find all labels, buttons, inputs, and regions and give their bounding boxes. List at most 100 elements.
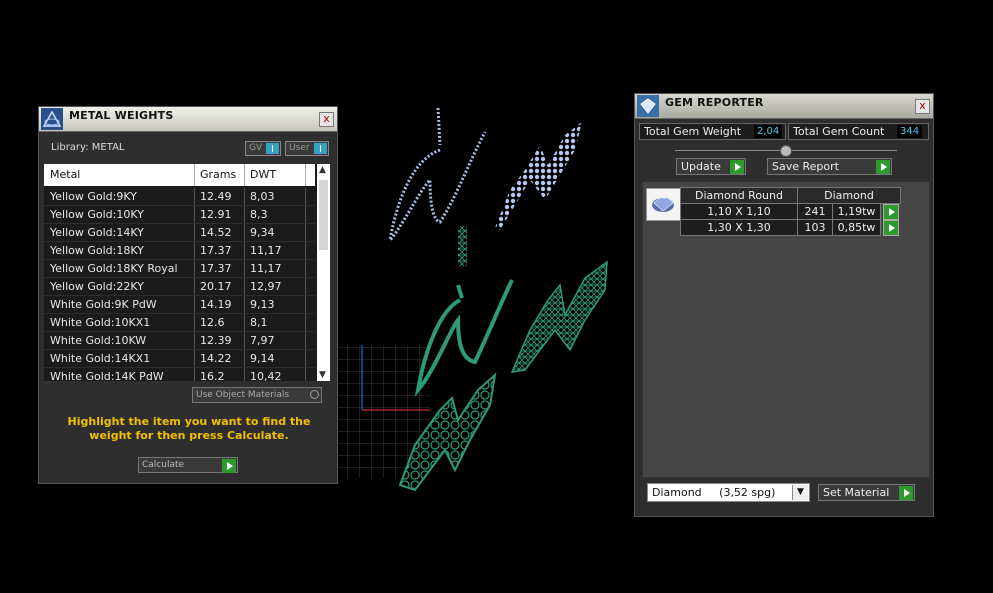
metal-grams: 12.6 — [200, 316, 225, 329]
metal-grams: 14.22 — [200, 352, 232, 365]
play-arrow-icon[interactable] — [883, 204, 899, 220]
save-report-label: Save Report — [772, 160, 839, 173]
metal-grams: 17.37 — [200, 262, 232, 275]
metal-grams: 14.19 — [200, 298, 232, 311]
close-icon[interactable]: x — [319, 112, 334, 127]
metal-grams: 12.91 — [200, 208, 232, 221]
gem-reporter-title: GEM REPORTER — [665, 96, 764, 109]
metal-grams: 20.17 — [200, 280, 232, 293]
play-arrow-icon[interactable] — [730, 160, 744, 174]
gem-reporter-logo-icon — [637, 95, 659, 117]
set-material-label: Set Material — [823, 486, 890, 499]
gem-material-header: Diamond — [797, 187, 901, 204]
table-row[interactable]: Yellow Gold:18KY 17.37 11,17 — [44, 242, 315, 260]
gem-size: 1,30 X 1,30 — [680, 219, 798, 236]
play-arrow-icon[interactable] — [883, 220, 899, 236]
gem-size: 1,10 X 1,10 — [680, 203, 798, 220]
total-gem-weight: Total Gem Weight 2,04 — [639, 123, 786, 140]
metal-weights-title: METAL WEIGHTS — [69, 109, 174, 122]
metal-table-scrollbar[interactable]: ▲ ▼ — [317, 164, 330, 381]
metal-table-header: Metal Grams DWT — [44, 164, 315, 186]
play-arrow-icon[interactable] — [899, 486, 913, 500]
total-gem-count: Total Gem Count 344 — [788, 123, 929, 140]
metal-dwt: 9,13 — [250, 298, 275, 311]
gem-weight: 1,19tw — [832, 203, 881, 220]
total-gem-weight-label: Total Gem Weight — [644, 125, 742, 138]
table-row[interactable]: Yellow Gold:9KY 12.49 8,03 — [44, 188, 315, 206]
library-label: Library: METAL — [51, 142, 125, 153]
gem-table: Diamond Round Diamond 1,10 X 1,10 241 1,19… — [680, 187, 903, 236]
metal-weights-titlebar[interactable]: METAL WEIGHTS x — [39, 107, 337, 132]
metal-dwt: 9,14 — [250, 352, 275, 365]
metal-name: White Gold:14K PdW — [50, 370, 164, 381]
metal-name: White Gold:10KX1 — [50, 316, 151, 329]
close-icon[interactable]: x — [915, 99, 930, 114]
metal-dwt: 10,42 — [250, 370, 282, 381]
play-arrow-icon[interactable] — [222, 459, 236, 473]
gem-shape-header: Diamond Round — [680, 187, 798, 204]
column-header-grams[interactable]: Grams — [200, 168, 236, 181]
toggle-switch-icon — [314, 143, 327, 154]
scroll-up-icon[interactable]: ▲ — [319, 165, 326, 175]
metal-name: White Gold:9K PdW — [50, 298, 157, 311]
set-material-button[interactable]: Set Material — [818, 484, 915, 501]
user-toggle-label: User — [289, 143, 310, 153]
gem-reporter-titlebar[interactable]: GEM REPORTER x — [635, 94, 933, 119]
gem-row[interactable]: 1,10 X 1,10 241 1,19tw — [680, 203, 903, 220]
column-header-dwt[interactable]: DWT — [250, 168, 276, 181]
table-row[interactable]: Yellow Gold:18KY Royal 17.37 11,17 — [44, 260, 315, 278]
scroll-thumb[interactable] — [319, 180, 328, 250]
metal-grams: 14.52 — [200, 226, 232, 239]
diamond-thumbnail-icon[interactable] — [646, 188, 681, 221]
user-toggle[interactable]: User — [285, 141, 329, 156]
metal-name: Yellow Gold:14KY — [50, 226, 144, 239]
mesh-filled-letter — [510, 260, 608, 373]
update-button[interactable]: Update — [676, 158, 746, 175]
calculate-button[interactable]: Calculate — [138, 457, 238, 473]
collapse-knob-icon[interactable] — [780, 145, 792, 157]
metal-table-body: Yellow Gold:9KY 12.49 8,03 Yellow Gold:10KY… — [44, 188, 315, 381]
metal-table: Metal Grams DWT Yellow Gold:9KY 12.49 8,03… — [44, 164, 330, 381]
column-header-metal[interactable]: Metal — [50, 168, 80, 181]
use-object-materials-option[interactable]: Use Object Materials — [192, 387, 322, 403]
metal-dwt: 11,17 — [250, 262, 282, 275]
table-row[interactable]: White Gold:9K PdW 14.19 9,13 — [44, 296, 315, 314]
metal-grams: 12.49 — [200, 190, 232, 203]
metal-dwt: 9,34 — [250, 226, 275, 239]
chevron-down-icon[interactable]: ▼ — [792, 485, 808, 500]
metal-grams: 12.39 — [200, 334, 232, 347]
table-row[interactable]: Yellow Gold:22KY 20.17 12,97 — [44, 278, 315, 296]
metal-grams: 17.37 — [200, 244, 232, 257]
scroll-down-icon[interactable]: ▼ — [319, 370, 326, 380]
table-row[interactable]: Yellow Gold:10KY 12.91 8,3 — [44, 206, 315, 224]
gem-reporter-panel: GEM REPORTER x Total Gem Weight 2,04 Tot… — [634, 93, 934, 517]
gem-table-header: Diamond Round Diamond — [680, 187, 903, 204]
table-row[interactable]: White Gold:10KW 12.39 7,97 — [44, 332, 315, 350]
gv-toggle[interactable]: GV — [245, 141, 281, 156]
radio-icon[interactable] — [310, 390, 319, 399]
gem-outline-letter — [387, 107, 487, 245]
total-gem-count-label: Total Gem Count — [793, 125, 885, 138]
table-row[interactable]: Yellow Gold:14KY 14.52 9,34 — [44, 224, 315, 242]
metal-dwt: 8,1 — [250, 316, 268, 329]
use-object-materials-label: Use Object Materials — [196, 390, 290, 400]
metal-dwt: 7,97 — [250, 334, 275, 347]
metal-name: Yellow Gold:10KY — [50, 208, 144, 221]
mesh-connector — [458, 226, 467, 266]
gem-list: Diamond Round Diamond 1,10 X 1,10 241 1,19… — [642, 181, 930, 478]
metal-weights-panel: METAL WEIGHTS x Library: METAL GV User M… — [38, 106, 338, 484]
table-row[interactable]: White Gold:14KX1 14.22 9,14 — [44, 350, 315, 368]
gem-count: 241 — [797, 203, 833, 220]
material-select-value: Diamond (3,52 spg) — [652, 486, 776, 499]
metal-dwt: 8,3 — [250, 208, 268, 221]
material-select[interactable]: Diamond (3,52 spg) ▼ — [647, 483, 810, 502]
table-row[interactable]: White Gold:14K PdW 16.2 10,42 — [44, 368, 315, 381]
metal-name: Yellow Gold:22KY — [50, 280, 144, 293]
metal-name: Yellow Gold:18KY Royal — [50, 262, 178, 275]
metal-name: White Gold:14KX1 — [50, 352, 151, 365]
gem-row[interactable]: 1,30 X 1,30 103 0,85tw — [680, 219, 903, 236]
gv-toggle-label: GV — [249, 143, 263, 153]
play-arrow-icon[interactable] — [876, 160, 890, 174]
save-report-button[interactable]: Save Report — [767, 158, 892, 175]
table-row[interactable]: White Gold:10KX1 12.6 8,1 — [44, 314, 315, 332]
